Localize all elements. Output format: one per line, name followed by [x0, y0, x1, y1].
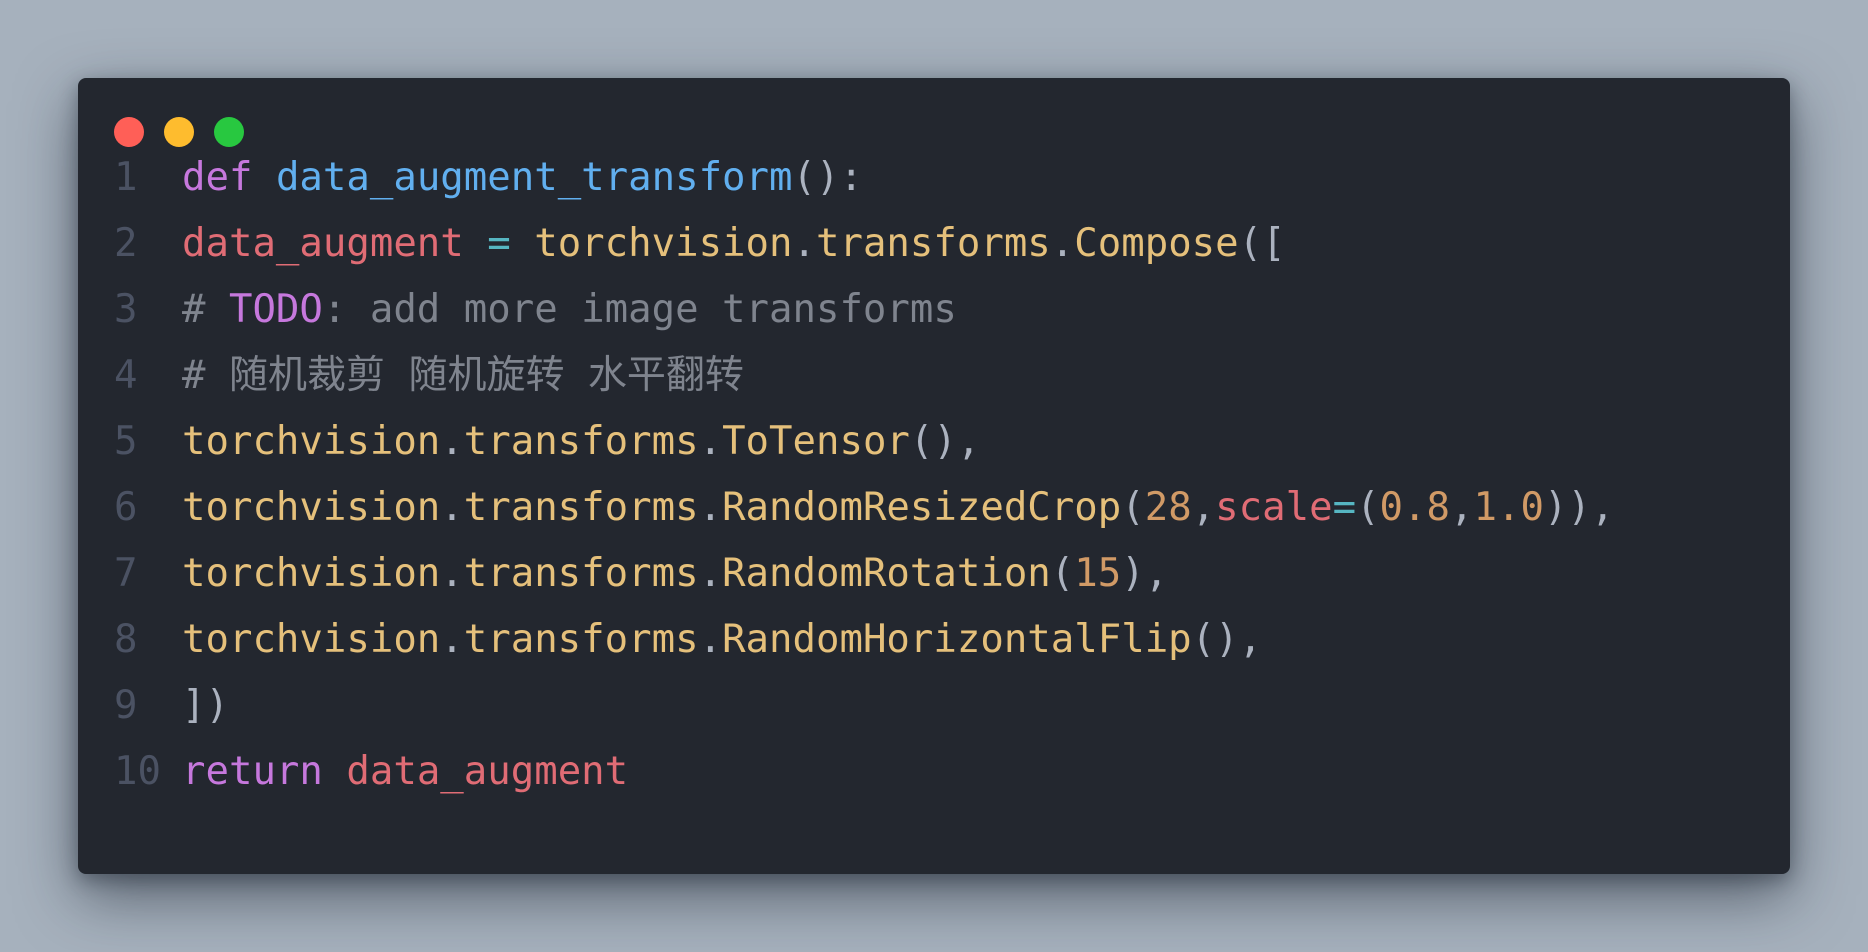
code-token: torchvision: [182, 485, 441, 530]
code-token: data_augment: [346, 749, 629, 794]
code-line: 9]): [78, 673, 229, 739]
code-token: .: [440, 485, 464, 530]
code-token: torchvision: [182, 419, 441, 464]
code-line: 2 data_augment = torchvision.transforms.C…: [78, 211, 1286, 277]
code-token: (: [1356, 485, 1380, 530]
line-source: torchvision.transforms.RandomHorizontalF…: [182, 607, 1262, 673]
line-number: 5: [114, 419, 138, 464]
line-number: 8: [114, 617, 138, 662]
code-token: =: [487, 221, 511, 266]
code-token: (: [1121, 485, 1145, 530]
code-token: torchvision: [182, 551, 441, 596]
code-line: 7 torchvision.transforms.RandomRotation(1…: [78, 541, 1168, 607]
line-number: 3: [114, 287, 138, 332]
code-token: RandomResizedCrop: [722, 485, 1122, 530]
line-number: 9: [114, 683, 138, 728]
line-source: ]): [182, 673, 229, 739]
code-token: ,: [1450, 485, 1474, 530]
code-token: # 随机裁剪 随机旋转 水平翻转: [182, 353, 744, 398]
code-token: ]): [182, 683, 229, 728]
code-token: torchvision: [182, 617, 441, 662]
maximize-dot-icon[interactable]: [214, 117, 244, 147]
line-source: data_augment = torchvision.transforms.Co…: [182, 211, 1286, 277]
code-token: 28: [1144, 485, 1192, 530]
code-token: transforms: [463, 551, 699, 596]
code-token: ,: [1191, 485, 1216, 530]
code-line: 1 def data_augment_transform():: [78, 145, 863, 211]
code-window: 1 def data_augment_transform(): 2 data_augm…: [78, 78, 1790, 874]
code-line: 4 # 随机裁剪 随机旋转 水平翻转: [78, 343, 744, 409]
code-token: ([: [1238, 221, 1286, 266]
code-token: : add more image transforms: [322, 287, 957, 332]
code-token: )),: [1543, 485, 1615, 530]
code-token: transforms: [815, 221, 1051, 266]
code-token: (: [1050, 551, 1075, 596]
code-token: #: [182, 287, 229, 332]
code-token: .: [792, 221, 816, 266]
line-source: torchvision.transforms.RandomResizedCrop…: [182, 475, 1614, 541]
code-token: scale: [1215, 485, 1333, 530]
code-token: 15: [1074, 551, 1122, 596]
code-token: .: [698, 419, 723, 464]
code-token: ToTensor: [722, 419, 910, 464]
code-line: 3 # TODO: add more image transforms: [78, 277, 957, 343]
code-token: 1.0: [1473, 485, 1544, 530]
line-source: torchvision.transforms.RandomRotation(15…: [182, 541, 1168, 607]
code-token: transforms: [463, 419, 699, 464]
code-line: 10 return data_augment: [78, 739, 628, 805]
line-number: 10: [114, 749, 161, 794]
line-number: 1: [114, 155, 138, 200]
code-token: .: [698, 485, 723, 530]
code-line: 5 torchvision.transforms.ToTensor(),: [78, 409, 980, 475]
line-source: # 随机裁剪 随机旋转 水平翻转: [182, 343, 744, 409]
code-token: (),: [909, 419, 981, 464]
code-token: =: [1332, 485, 1357, 530]
code-line: 6 torchvision.transforms.RandomResizedCro…: [78, 475, 1614, 541]
code-token: 0.8: [1379, 485, 1450, 530]
code-token: (),: [1191, 617, 1263, 662]
code-token: TODO: [228, 287, 323, 332]
close-dot-icon[interactable]: [114, 117, 144, 147]
code-token: Compose: [1074, 221, 1239, 266]
code-token: return: [182, 749, 323, 794]
code-token: .: [440, 419, 464, 464]
code-token: def: [182, 155, 253, 200]
code-token: .: [440, 551, 464, 596]
code-token: torchvision: [534, 221, 793, 266]
code-token: ():: [792, 155, 863, 200]
code-token: RandomHorizontalFlip: [722, 617, 1192, 662]
code-token: .: [698, 551, 723, 596]
code-token: transforms: [463, 617, 699, 662]
line-source: torchvision.transforms.ToTensor(),: [182, 409, 980, 475]
line-number: 2: [114, 221, 138, 266]
code-line: 8 torchvision.transforms.RandomHorizontal…: [78, 607, 1262, 673]
code-token: data_augment: [182, 221, 464, 266]
line-number: 6: [114, 485, 138, 530]
code-token: .: [440, 617, 464, 662]
code-token: ),: [1121, 551, 1169, 596]
minimize-dot-icon[interactable]: [164, 117, 194, 147]
code-token: RandomRotation: [722, 551, 1051, 596]
line-source: # TODO: add more image transforms: [182, 277, 957, 343]
line-number: 4: [114, 353, 138, 398]
code-token: transforms: [463, 485, 699, 530]
line-source: return data_augment: [182, 739, 628, 805]
line-number: 7: [114, 551, 138, 596]
code-token: data_augment_transform: [275, 155, 793, 200]
line-source: def data_augment_transform():: [182, 145, 863, 211]
window-controls: [114, 117, 244, 147]
code-token: .: [1050, 221, 1075, 266]
code-token: .: [698, 617, 723, 662]
